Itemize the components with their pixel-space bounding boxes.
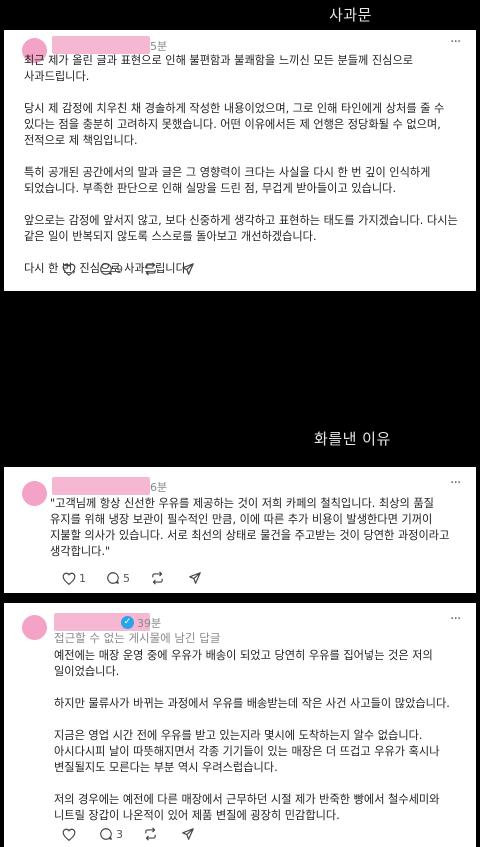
share-button[interactable] — [188, 571, 202, 585]
post-card-reply: ✓ 39분 ··· 접근할 수 없는 게시물에 남긴 답글 예전에는 매장 운영… — [4, 603, 476, 847]
post-body: 예전에는 매장 운영 중에 우유가 배송이 되었고 당연히 우유를 집어넣는 것… — [54, 649, 450, 822]
post-actions: 1 5 — [62, 571, 222, 585]
comment-button[interactable]: 5 — [106, 571, 130, 585]
comment-icon — [107, 572, 119, 584]
like-count: 1 — [79, 571, 86, 585]
heart-icon — [62, 828, 76, 841]
more-options-icon[interactable]: ··· — [450, 611, 461, 627]
redacted-username[interactable] — [54, 613, 150, 631]
post-time: 5분 — [150, 40, 168, 53]
post-body: "고객님께 항상 신선한 우유를 제공하는 것이 저희 카페의 철칙입니다. 최… — [50, 497, 450, 558]
more-options-icon[interactable]: ··· — [450, 34, 461, 50]
post-card-quote: 6분 ··· "고객님께 항상 신선한 우유를 제공하는 것이 저희 카페의 철… — [4, 467, 476, 593]
comment-icon — [100, 828, 112, 840]
redacted-username[interactable] — [52, 477, 150, 495]
comment-count: 5 — [123, 571, 130, 585]
like-button[interactable] — [62, 828, 79, 841]
share-icon — [182, 263, 194, 275]
share-button[interactable] — [181, 827, 195, 841]
avatar[interactable] — [22, 481, 47, 506]
comment-count: 9 — [116, 262, 123, 276]
post-card-apology: 5분 ··· 최근 제가 올린 글과 표현으로 인해 불편함과 불쾌함을 느끼신… — [4, 30, 476, 291]
post-actions: 3 — [62, 827, 215, 841]
repost-icon — [152, 571, 163, 585]
repost-button[interactable] — [150, 571, 168, 585]
comment-button[interactable]: 9 — [99, 262, 123, 276]
verified-badge-icon: ✓ — [121, 616, 134, 629]
share-button[interactable] — [181, 262, 195, 276]
post-time: 6분 — [150, 481, 168, 494]
heart-icon — [62, 263, 76, 276]
avatar[interactable] — [22, 615, 47, 640]
like-button[interactable]: 1 — [62, 572, 86, 585]
caption-apology: 사과문 — [329, 6, 372, 24]
repost-button[interactable] — [143, 262, 161, 276]
more-options-icon[interactable]: ··· — [450, 475, 461, 491]
share-icon — [189, 572, 201, 584]
like-button[interactable] — [62, 263, 79, 276]
post-time: 39분 — [137, 617, 162, 630]
post-actions: 9 — [62, 262, 215, 276]
post-body: 최근 제가 올린 글과 표현으로 인해 불편함과 불쾌함을 느끼신 모든 분들께… — [24, 54, 458, 275]
repost-icon — [145, 262, 156, 276]
comment-icon — [100, 263, 112, 275]
repost-icon — [145, 827, 156, 841]
share-icon — [182, 828, 194, 840]
heart-icon — [62, 572, 76, 585]
reply-context[interactable]: 접근할 수 없는 게시물에 남긴 답글 — [54, 630, 220, 646]
repost-button[interactable] — [143, 827, 161, 841]
comment-count: 3 — [116, 827, 123, 841]
comment-button[interactable]: 3 — [99, 827, 123, 841]
redacted-username[interactable] — [52, 36, 150, 54]
caption-reason: 화를낸 이유 — [314, 430, 391, 448]
